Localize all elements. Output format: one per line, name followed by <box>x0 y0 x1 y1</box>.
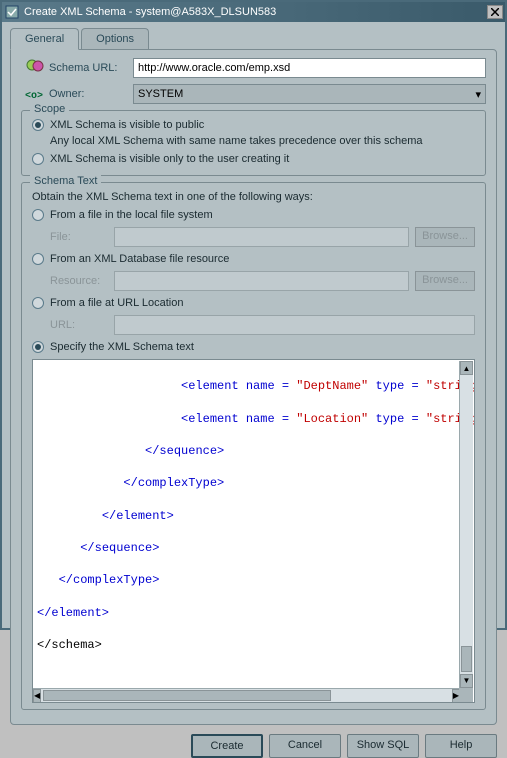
opt-url-label: From a file at URL Location <box>50 297 183 309</box>
app-icon <box>4 4 20 20</box>
scroll-up-button[interactable]: ▲ <box>460 361 473 375</box>
svg-text:<o>: <o> <box>25 91 43 101</box>
resource-input <box>114 271 409 291</box>
close-button[interactable] <box>487 5 503 19</box>
file-row: File: Browse... <box>50 227 475 247</box>
opt-specify-radio[interactable]: Specify the XML Schema text <box>32 341 475 353</box>
opt-xdb-radio[interactable]: From an XML Database file resource <box>32 253 475 265</box>
radio-icon <box>32 153 44 165</box>
schema-text-intro: Obtain the XML Schema text in one of the… <box>32 191 475 203</box>
scroll-track[interactable] <box>41 689 452 702</box>
radio-icon <box>32 341 44 353</box>
button-bar: Create Cancel Show SQL Help <box>10 734 497 758</box>
show-sql-button[interactable]: Show SQL <box>347 734 419 758</box>
schema-url-row: Schema URL: <box>21 58 486 78</box>
schema-url-label: Schema URL: <box>49 62 133 74</box>
create-button[interactable]: Create <box>191 734 263 758</box>
horizontal-scrollbar[interactable]: ◀ ▶ <box>33 688 460 702</box>
scroll-down-button[interactable]: ▼ <box>460 674 473 688</box>
file-label: File: <box>50 231 114 243</box>
tab-panel-general: Schema URL: <o> Owner: SYSTEM ▾ Scope XM… <box>10 49 497 725</box>
scroll-thumb[interactable] <box>43 690 330 701</box>
titlebar[interactable]: Create XML Schema - system@A583X_DLSUN58… <box>2 2 505 22</box>
scroll-corner <box>459 688 473 702</box>
radio-icon <box>32 297 44 309</box>
window-title: Create XML Schema - system@A583X_DLSUN58… <box>24 6 487 18</box>
resource-browse-button: Browse... <box>415 271 475 291</box>
file-input <box>114 227 409 247</box>
owner-label: Owner: <box>49 88 133 100</box>
cancel-button[interactable]: Cancel <box>269 734 341 758</box>
owner-select[interactable]: SYSTEM ▾ <box>133 84 486 104</box>
url-input <box>114 315 475 335</box>
opt-file-label: From a file in the local file system <box>50 209 213 221</box>
scope-legend: Scope <box>30 103 69 115</box>
opt-specify-label: Specify the XML Schema text <box>50 341 194 353</box>
scope-private-radio[interactable]: XML Schema is visible only to the user c… <box>32 153 475 165</box>
dialog-window: Create XML Schema - system@A583X_DLSUN58… <box>0 0 507 630</box>
scope-fieldset: Scope XML Schema is visible to public An… <box>21 110 486 176</box>
tab-options[interactable]: Options <box>81 28 149 50</box>
owner-value: SYSTEM <box>138 88 183 100</box>
scroll-left-button[interactable]: ◀ <box>33 689 41 703</box>
scope-public-label: XML Schema is visible to public <box>50 119 204 131</box>
chevron-down-icon: ▾ <box>475 88 481 101</box>
resource-label: Resource: <box>50 275 114 287</box>
vertical-scrollbar[interactable]: ▲ ▼ <box>459 361 473 688</box>
dialog-content: General Options Schema URL: <o> Owner: S… <box>2 22 505 628</box>
opt-xdb-label: From an XML Database file resource <box>50 253 229 265</box>
schema-url-input[interactable] <box>133 58 486 78</box>
tab-general[interactable]: General <box>10 28 79 50</box>
owner-row: <o> Owner: SYSTEM ▾ <box>21 84 486 104</box>
resource-row: Resource: Browse... <box>50 271 475 291</box>
schema-code-editor[interactable]: <element name = "DeptName" type = "strin… <box>32 359 475 703</box>
opt-file-radio[interactable]: From a file in the local file system <box>32 209 475 221</box>
scope-private-label: XML Schema is visible only to the user c… <box>50 153 289 165</box>
scroll-thumb[interactable] <box>461 646 472 672</box>
owner-icon: <o> <box>21 87 49 101</box>
scope-public-desc: Any local XML Schema with same name take… <box>50 135 475 147</box>
file-browse-button: Browse... <box>415 227 475 247</box>
tab-strip: General Options <box>10 28 497 50</box>
radio-icon <box>32 119 44 131</box>
scope-public-radio[interactable]: XML Schema is visible to public <box>32 119 475 131</box>
schema-icon <box>21 59 49 77</box>
help-button[interactable]: Help <box>425 734 497 758</box>
schema-text-fieldset: Schema Text Obtain the XML Schema text i… <box>21 182 486 710</box>
opt-url-radio[interactable]: From a file at URL Location <box>32 297 475 309</box>
code-area[interactable]: <element name = "DeptName" type = "strin… <box>33 360 474 688</box>
radio-icon <box>32 209 44 221</box>
scroll-track[interactable] <box>460 375 473 674</box>
url-label: URL: <box>50 319 114 331</box>
url-row: URL: <box>50 315 475 335</box>
radio-icon <box>32 253 44 265</box>
schema-text-legend: Schema Text <box>30 175 101 187</box>
